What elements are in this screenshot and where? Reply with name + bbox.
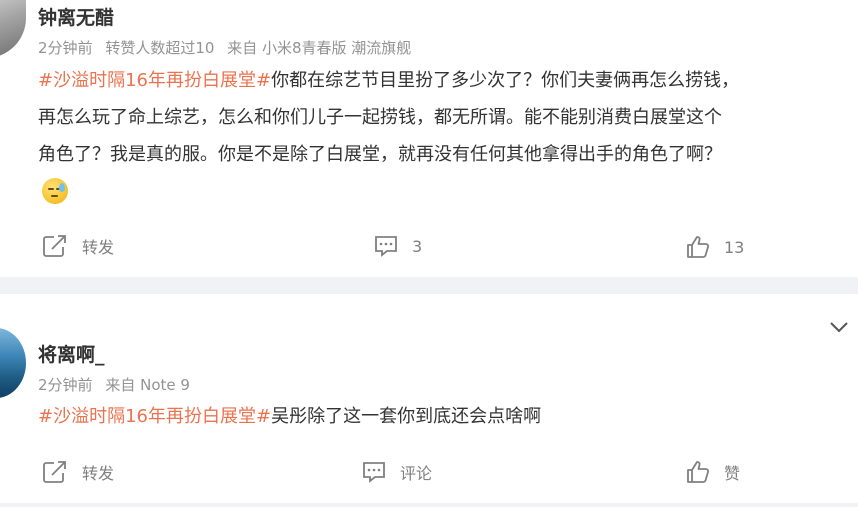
- post-stat: 转赞人数超过10: [105, 39, 215, 57]
- sweat-emoji-icon: [42, 178, 68, 204]
- like-label: 赞: [724, 464, 741, 483]
- separator: [0, 503, 858, 507]
- username[interactable]: 钟离无醋: [38, 3, 114, 30]
- post-meta: 2分钟前 转赞人数超过10 来自 小米8青春版 潮流旗舰: [38, 37, 419, 58]
- content-line: 再怎么玩了命上综艺，怎么和你们儿子一起捞钱，都无所谓。能不能别消费白展堂这个: [38, 107, 722, 128]
- username[interactable]: 将离啊_: [38, 340, 105, 367]
- content-line: 吴彤除了这一套你到底还会点啥啊: [271, 406, 542, 427]
- comment-button[interactable]: 评论: [362, 460, 432, 484]
- topic-link[interactable]: #沙溢时隔16年再扮白展堂#: [38, 406, 271, 427]
- like-count: 13: [724, 237, 745, 257]
- separator: [0, 277, 858, 294]
- repost-label: 转发: [82, 238, 115, 257]
- avatar[interactable]: [0, 0, 26, 58]
- post-source: 来自 小米8青春版 潮流旗舰: [227, 39, 412, 57]
- post-content: #沙溢时隔16年再扮白展堂#你都在综艺节目里扮了多少次了？你们夫妻俩再怎么捞钱，…: [38, 62, 739, 173]
- comment-count: 3: [412, 236, 423, 256]
- topic-link[interactable]: #沙溢时隔16年再扮白展堂#: [38, 70, 271, 91]
- like-button[interactable]: 13: [686, 235, 744, 259]
- post-card: 钟离无醋 2分钟前 转赞人数超过10 来自 小米8青春版 潮流旗舰 #沙溢时隔1…: [0, 0, 858, 277]
- comment-icon: [363, 462, 385, 483]
- repost-button[interactable]: 转发: [42, 234, 114, 258]
- post-content: #沙溢时隔16年再扮白展堂#吴彤除了这一套你到底还会点啥啊: [38, 398, 541, 435]
- comment-icon: [375, 236, 397, 257]
- chevron-down-icon[interactable]: [828, 318, 850, 336]
- repost-button[interactable]: 转发: [42, 460, 114, 484]
- post-time: 2分钟前: [38, 39, 93, 57]
- repost-icon: [43, 235, 66, 257]
- post-time: 2分钟前: [38, 376, 93, 394]
- repost-label: 转发: [82, 464, 115, 483]
- post-meta: 2分钟前 来自 Note 9: [38, 374, 198, 395]
- post-source: 来自 Note 9: [105, 376, 190, 394]
- like-button[interactable]: 赞: [686, 460, 740, 484]
- comment-button[interactable]: 3: [374, 235, 422, 257]
- comment-label: 评论: [400, 464, 433, 483]
- thumbs-up-icon: [687, 236, 710, 258]
- repost-icon: [43, 461, 66, 483]
- thumbs-up-icon: [687, 461, 710, 483]
- content-line: 角色了？我是真的服。你是不是除了白展堂，就再没有任何其他拿得出手的角色了啊？: [38, 144, 722, 165]
- content-line: 你都在综艺节目里扮了多少次了？你们夫妻俩再怎么捞钱，: [271, 70, 740, 91]
